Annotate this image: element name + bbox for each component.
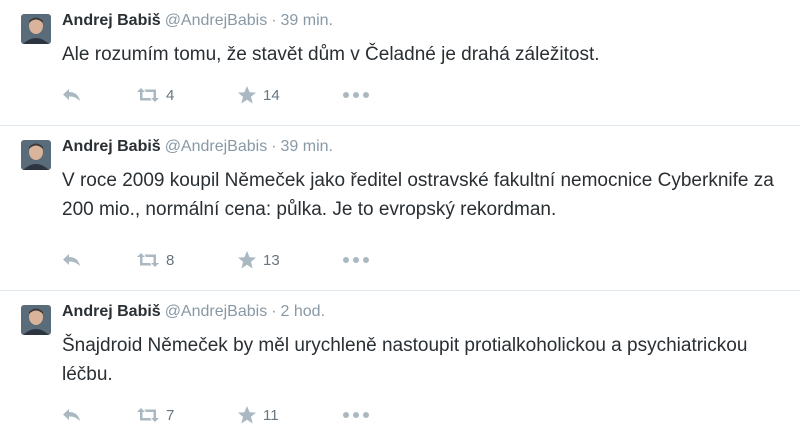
retweet-button[interactable]: 4 <box>136 83 174 107</box>
timestamp[interactable]: 39 min. <box>281 138 333 155</box>
separator: · <box>271 12 277 29</box>
avatar[interactable] <box>21 305 51 335</box>
separator: · <box>271 138 277 155</box>
retweet-count: 8 <box>166 251 175 269</box>
avatar[interactable] <box>21 14 51 44</box>
tweet-text: V roce 2009 koupil Němeček jako ředitel … <box>62 170 774 220</box>
author-name[interactable]: Andrej Babiš <box>62 138 161 155</box>
separator: · <box>271 303 277 320</box>
tweet-text: Ale rozumím tomu, že stavět dům v Čeladn… <box>62 44 600 65</box>
author-handle[interactable]: @AndrejBabis <box>165 303 268 320</box>
author-handle[interactable]: @AndrejBabis <box>165 12 268 29</box>
tweet-text: Šnajdroid Němeček by měl urychleně nasto… <box>62 335 748 385</box>
retweet-count: 4 <box>166 86 175 104</box>
more-icon <box>342 256 370 264</box>
retweet-count: 7 <box>166 406 175 424</box>
retweet-button[interactable]: 7 <box>136 403 174 427</box>
tweet-header: Andrej Babiš @AndrejBabis · 39 min. <box>62 11 333 31</box>
tweet-feed: Andrej Babiš @AndrejBabis · 39 min. Ale roz… <box>0 0 800 448</box>
reply-icon <box>62 87 82 103</box>
timestamp[interactable]: 39 min. <box>281 12 333 29</box>
reply-button[interactable] <box>62 403 82 427</box>
more-button[interactable] <box>342 403 370 427</box>
retweet-icon <box>136 87 160 103</box>
avatar[interactable] <box>21 140 51 170</box>
retweet-icon <box>136 407 160 423</box>
reply-button[interactable] <box>62 83 82 107</box>
timestamp[interactable]: 2 hod. <box>281 303 325 320</box>
reply-button[interactable] <box>62 248 82 272</box>
reply-icon <box>62 252 82 268</box>
more-button[interactable] <box>342 248 370 272</box>
reply-icon <box>62 407 82 423</box>
favorite-button[interactable]: 11 <box>237 403 279 427</box>
favorite-count: 11 <box>263 406 279 424</box>
tweet-header: Andrej Babiš @AndrejBabis · 39 min. <box>62 137 333 157</box>
star-icon <box>237 250 257 270</box>
tweet[interactable]: Andrej Babiš @AndrejBabis · 39 min. Ale roz… <box>0 0 800 125</box>
more-button[interactable] <box>342 83 370 107</box>
star-icon <box>237 405 257 425</box>
favorite-count: 13 <box>263 251 280 269</box>
star-icon <box>237 85 257 105</box>
author-handle[interactable]: @AndrejBabis <box>165 138 268 155</box>
favorite-button[interactable]: 14 <box>237 83 280 107</box>
more-icon <box>342 411 370 419</box>
tweet-header: Andrej Babiš @AndrejBabis · 2 hod. <box>62 302 325 322</box>
tweet[interactable]: Andrej Babiš @AndrejBabis · 39 min. V roce … <box>0 126 800 290</box>
tweet[interactable]: Andrej Babiš @AndrejBabis · 2 hod. Šnajdroi… <box>0 291 800 448</box>
more-icon <box>342 91 370 99</box>
favorite-count: 14 <box>263 86 280 104</box>
author-name[interactable]: Andrej Babiš <box>62 303 161 320</box>
retweet-button[interactable]: 8 <box>136 248 174 272</box>
retweet-icon <box>136 252 160 268</box>
favorite-button[interactable]: 13 <box>237 248 280 272</box>
author-name[interactable]: Andrej Babiš <box>62 12 161 29</box>
